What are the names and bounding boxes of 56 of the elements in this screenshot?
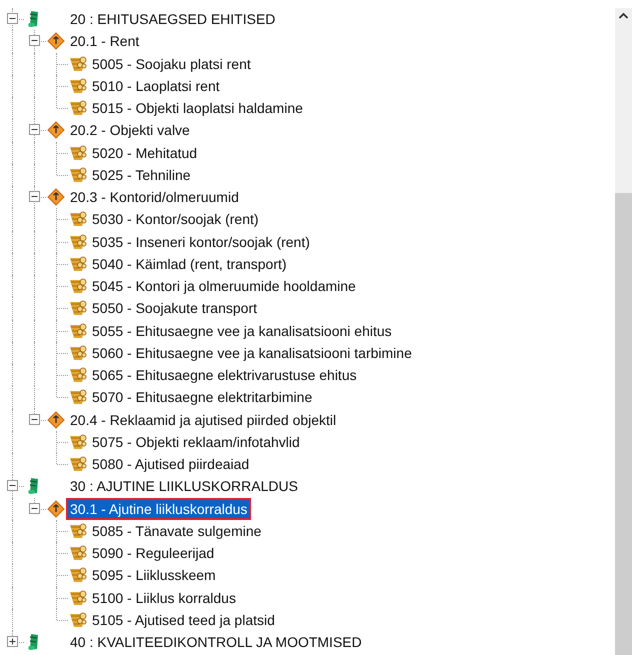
collapse-toggle[interactable] (29, 124, 40, 136)
collapse-toggle[interactable] (7, 13, 18, 24)
diamond-sign-icon (46, 498, 66, 519)
tree-item-label[interactable]: 5080 - Ajutised piirdeaiad (90, 455, 252, 474)
tree-item-label[interactable]: 5010 - Laoplatsi rent (90, 76, 222, 95)
tree-item-label[interactable]: 20.2 - Objekti valve (68, 121, 192, 140)
tree-item-label[interactable]: 5030 - Kontor/soojak (rent) (90, 210, 261, 228)
tree-item-label[interactable]: 30.1 - Ajutine liikluskorraldus (68, 500, 250, 518)
diamond-sign-icon (46, 120, 66, 140)
tree-item-label[interactable]: 5015 - Objekti laoplatsi haldamine (90, 99, 305, 118)
tree-item-label[interactable]: 40 : KVALITEEDIKONTROLL JA MOOTMISED (68, 633, 364, 652)
scrollbar[interactable] (615, 8, 632, 655)
logs-icon (68, 610, 88, 630)
tree-item-label[interactable]: 5025 - Tehniline (90, 166, 193, 184)
logs-icon (68, 588, 88, 608)
tree-item-label[interactable]: 5065 - Ehitusaegne elektrivarustuse ehitus (90, 366, 359, 384)
tree-item-label[interactable]: 20.3 - Kontorid/olmeruumid (68, 188, 241, 206)
tree-item-label[interactable]: 5100 - Liiklus korraldus (90, 588, 238, 607)
collapse-toggle[interactable] (29, 35, 40, 46)
tree-item-label[interactable]: 5105 - Ajutised teed ja platsid (90, 610, 277, 629)
logs-icon (68, 432, 88, 452)
tree-item-label[interactable]: 5075 - Objekti reklaam/infotahvlid (90, 432, 302, 451)
tree-item-label[interactable]: 5095 - Liiklusskeem (90, 566, 218, 584)
collapse-toggle[interactable] (29, 191, 40, 202)
tree-item-label[interactable]: 5045 - Kontori ja olmeruumide hooldamine (90, 277, 358, 296)
logs-icon (68, 76, 88, 96)
logs-icon (68, 342, 88, 363)
diamond-sign-icon (46, 31, 66, 52)
tree-item-label[interactable]: 5005 - Soojaku platsi rent (90, 54, 253, 73)
tree-item-label[interactable]: 5085 - Tänavate sulgemine (90, 522, 264, 540)
expand-toggle[interactable] (7, 636, 18, 648)
tree-item-label[interactable]: 5020 - Mehitatud (90, 144, 200, 162)
logs-icon (68, 142, 88, 163)
collapse-toggle[interactable] (7, 480, 18, 492)
collapse-toggle[interactable] (29, 414, 40, 425)
diamond-sign-icon (46, 410, 66, 430)
diamond-sign-icon (46, 187, 66, 208)
tree-item-label[interactable]: 5035 - Inseneri kontor/soojak (rent) (90, 232, 312, 251)
logs-icon (68, 54, 88, 74)
tree-item-label[interactable]: 5040 - Käimlad (rent, transport) (90, 254, 289, 273)
tree-item-label[interactable]: 5070 - Ehitusaegne elektritarbimine (90, 388, 314, 406)
tree-item-label[interactable]: 30 : AJUTINE LIIKLUSKORRALDUS (68, 477, 300, 496)
logs-icon (68, 232, 88, 252)
logs-icon (68, 320, 88, 341)
tree-item-label[interactable]: 5050 - Soojakute transport (90, 299, 259, 318)
logs-icon (68, 254, 88, 274)
collapse-toggle[interactable] (29, 502, 40, 514)
tree-item-label[interactable]: 5055 - Ehitusaegne vee ja kanalisatsiooni ehitus (90, 322, 394, 340)
logs-icon (68, 164, 88, 185)
tree-item-label[interactable]: 5090 - Reguleerijad (90, 544, 216, 562)
scrollbar-thumb[interactable] (615, 193, 632, 655)
tree-item-label[interactable]: 20 : EHITUSAEGSED EHITISED (68, 10, 278, 28)
logs-icon (68, 520, 88, 541)
tree-item-label[interactable]: 20.4 - Reklaamid ja ajutised piirded objektil (68, 410, 338, 429)
tree-item-label[interactable]: 20.1 - Rent (68, 32, 142, 50)
tree-item-label[interactable]: 5060 - Ehitusaegne vee ja kanalisatsiooni tarbimine (90, 344, 414, 362)
